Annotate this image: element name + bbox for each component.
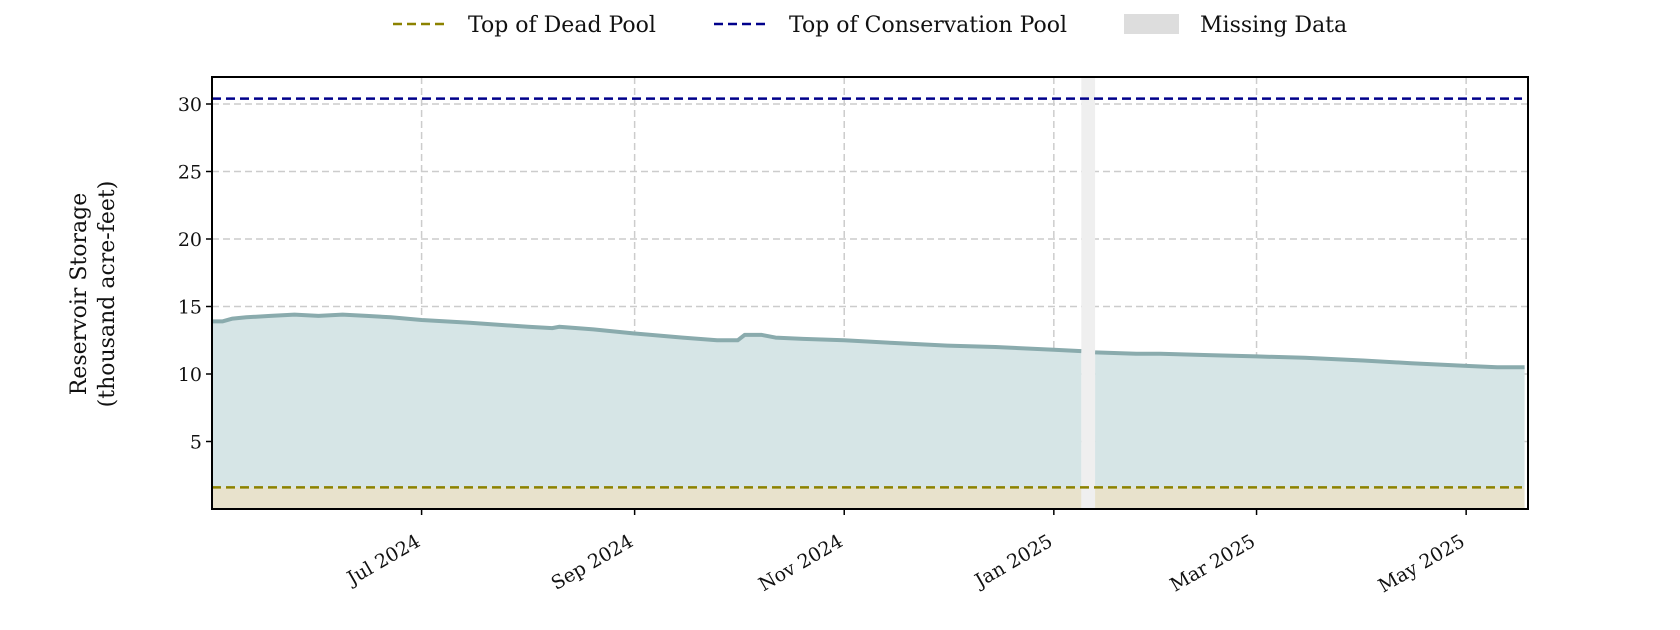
y-axis-title: Reservoir Storage (thousand acre-feet) [67, 181, 120, 408]
y-tick-label: 15 [178, 297, 202, 319]
y-axis-title-line-2: (thousand acre-feet) [95, 181, 120, 408]
legend: Top of Dead Pool Top of Conservation Poo… [393, 13, 1347, 38]
legend-conservation-pool-label: Top of Conservation Pool [789, 13, 1067, 38]
x-tick-label: Jul 2024 [342, 530, 424, 590]
legend-dead-pool-label: Top of Dead Pool [468, 13, 656, 38]
y-tick-label: 25 [178, 162, 202, 184]
x-tick-label: Sep 2024 [547, 530, 637, 594]
y-axis-title-line-1: Reservoir Storage [67, 193, 92, 396]
x-tick-label: Jan 2025 [969, 530, 1056, 593]
x-tick-label: Mar 2025 [1166, 530, 1259, 596]
x-axis-ticks: Jul 2024 Sep 2024 Nov 2024 Jan 2025 Mar 2025… [342, 509, 1469, 597]
storage-fill [1095, 352, 1525, 488]
missing-data-bands [1081, 77, 1096, 509]
y-tick-label: 30 [178, 94, 202, 116]
dead-pool-fill [1095, 487, 1525, 509]
storage-fill [212, 314, 1082, 488]
x-tick-label: May 2025 [1375, 530, 1469, 597]
dead-pool-fill [212, 487, 1082, 509]
legend-missing-data-swatch [1124, 14, 1179, 34]
storage-area [212, 314, 1525, 509]
y-tick-label: 20 [178, 229, 202, 251]
legend-missing-data-label: Missing Data [1200, 13, 1347, 38]
y-tick-label: 10 [178, 364, 202, 386]
reservoir-storage-chart: Top of Dead Pool Top of Conservation Poo… [67, 13, 1529, 597]
x-tick-label: Nov 2024 [755, 530, 847, 596]
missing-data-band [1081, 77, 1096, 509]
y-tick-label: 5 [190, 432, 202, 454]
y-axis-ticks: 5 10 15 20 25 30 [178, 94, 212, 454]
